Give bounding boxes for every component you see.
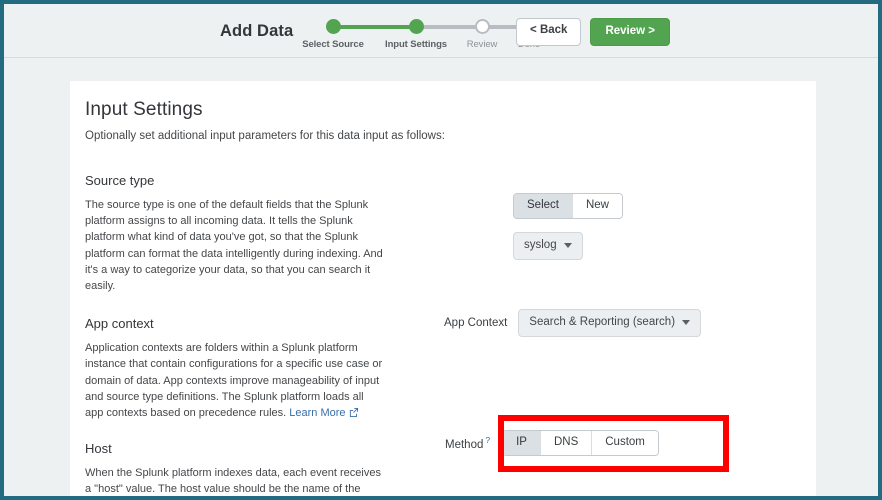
step-label-input-settings: Input Settings [385,39,447,50]
section-subtitle: Optionally set additional input paramete… [85,130,445,142]
sourcetype-dropdown[interactable]: syslog [513,232,583,261]
app-context-dropdown[interactable]: Search & Reporting (search) [518,309,702,338]
step-dot-select-source [325,19,341,34]
app-header-bar: Add Data Select Source Input Settings Re… [4,4,878,58]
description-host-text: When the Splunk platform indexes data, e… [85,467,381,496]
screenshot-frame: Add Data Select Source Input Settings Re… [0,0,882,500]
section-source-type: Source type The source type is one of th… [85,173,816,294]
chevron-down-icon [682,320,691,326]
description-source-type-text: The source type is one of the default fi… [85,199,383,293]
chevron-down-icon [563,243,572,249]
step-label-select-source: Select Source [302,39,364,50]
sourcetype-mode-select-button[interactable]: Select [514,194,573,219]
host-method-dns-button[interactable]: DNS [540,431,593,456]
host-method-label: Method? [445,435,490,451]
wizard-stepper: Select Source Input Settings Review Done [302,14,544,56]
step-select-source[interactable]: Select Source [301,14,365,50]
sourcetype-mode-toggle: Select New [513,193,623,220]
host-method-custom-button[interactable]: Custom [592,431,658,456]
sourcetype-mode-new-button[interactable]: New [572,194,622,219]
step-dot-review [474,19,490,34]
sourcetype-dropdown-wrapper: syslog [513,232,583,261]
app-context-label: App Context [444,317,508,330]
step-input-settings[interactable]: Input Settings [384,14,448,50]
wizard-nav-buttons: < Back Review > [516,18,670,46]
host-method-ip-button[interactable]: IP [503,431,541,456]
help-question-icon[interactable]: ? [485,435,490,445]
host-method-label-text: Method [445,439,484,452]
sourcetype-dropdown-value: syslog [524,239,557,251]
host-method-row: Method? IP DNS Custom [445,430,659,457]
learn-more-link-app-context[interactable]: Learn More [289,407,345,419]
description-app-context: Application contexts are folders within … [85,340,385,421]
section-title-input-settings: Input Settings [85,99,203,120]
description-host: When the Splunk platform indexes data, e… [85,465,385,496]
host-method-segmented: IP DNS Custom [502,430,659,457]
step-dot-input-settings [408,19,424,34]
heading-source-type: Source type [85,173,155,188]
app-context-row: App Context Search & Reporting (search) [444,309,702,338]
review-button[interactable]: Review > [590,18,670,46]
description-source-type: The source type is one of the default fi… [85,197,385,294]
page-title-add-data: Add Data [220,22,294,40]
page-body: Input Settings Optionally set additional… [4,58,878,496]
input-settings-card: Input Settings Optionally set additional… [70,81,816,496]
back-button[interactable]: < Back [516,18,582,46]
external-link-icon [349,408,358,418]
sourcetype-mode-segmented: Select New [513,193,623,220]
app-context-dropdown-value: Search & Reporting (search) [529,316,676,328]
